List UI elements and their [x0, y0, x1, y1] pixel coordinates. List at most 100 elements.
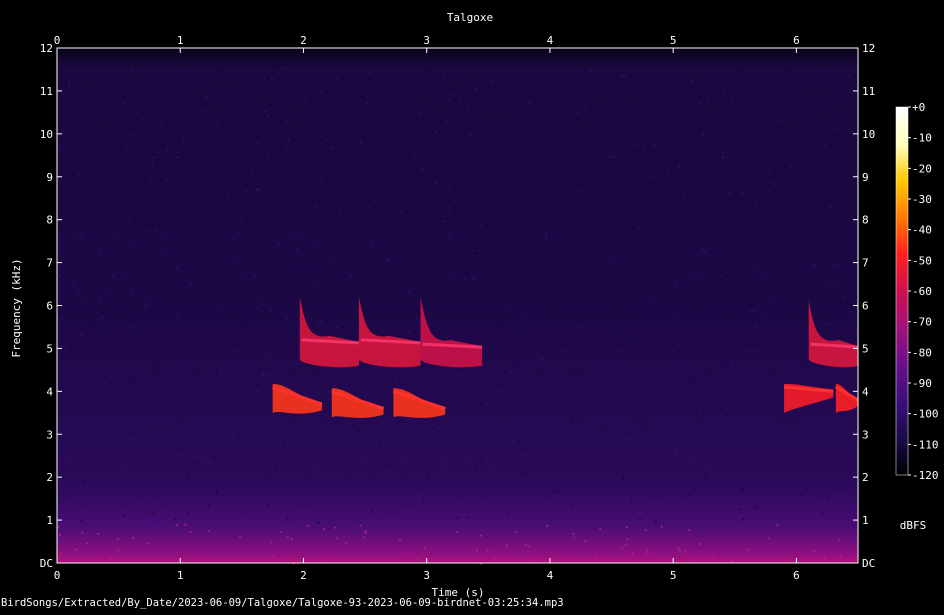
noise-speckle [704, 476, 707, 479]
noise-speckle [623, 408, 626, 411]
noise-speckle [448, 99, 451, 102]
noise-speckle [652, 175, 654, 178]
noise-speckle [264, 352, 267, 355]
noise-speckle [100, 304, 103, 307]
noise-speckle [743, 318, 746, 320]
noise-speckle [622, 475, 625, 478]
noise-speckle [794, 151, 797, 153]
noise-speckle [277, 416, 280, 419]
noise-speckle [408, 290, 411, 293]
noise-speckle [790, 318, 793, 321]
noise-speckle [321, 144, 324, 146]
noise-speckle [468, 154, 471, 157]
noise-speckle [720, 362, 723, 365]
noise-speckle [453, 125, 456, 128]
noise-speckle [356, 320, 359, 323]
noise-speckle [716, 109, 719, 111]
noise-speckle [216, 371, 219, 374]
noise-speckle [684, 193, 686, 196]
noise-speckle [289, 233, 292, 236]
noise-speckle [572, 532, 575, 535]
noise-speckle [109, 557, 112, 560]
noise-speckle [677, 547, 680, 550]
noise-speckle [678, 549, 681, 552]
noise-speckle [117, 537, 119, 540]
noise-speckle [93, 323, 96, 326]
noise-speckle [221, 71, 224, 74]
noise-speckle [148, 300, 151, 303]
noise-speckle [502, 348, 505, 351]
noise-speckle [480, 461, 483, 464]
noise-speckle [74, 506, 77, 509]
noise-speckle [260, 302, 263, 305]
noise-speckle [502, 197, 505, 200]
noise-speckle [309, 478, 311, 481]
noise-speckle [694, 275, 697, 278]
noise-speckle [187, 475, 190, 478]
noise-speckle [221, 507, 224, 510]
noise-speckle [57, 158, 60, 161]
y-tick-label-right: 7 [862, 257, 869, 270]
y-tick-label-right: DC [862, 557, 875, 570]
noise-speckle [721, 389, 724, 392]
noise-speckle [134, 173, 137, 176]
x-tick-label-bottom: 3 [423, 569, 430, 582]
y-tick-label-left: 12 [40, 42, 53, 55]
noise-speckle [757, 270, 760, 273]
noise-speckle [555, 190, 558, 193]
noise-speckle [640, 119, 643, 122]
noise-speckle [672, 396, 674, 399]
noise-speckle [545, 233, 547, 236]
noise-speckle [661, 412, 664, 415]
noise-speckle [472, 277, 475, 280]
noise-speckle [236, 445, 239, 448]
noise-speckle [337, 165, 340, 167]
noise-speckle [353, 430, 355, 433]
noise-speckle [186, 512, 189, 515]
noise-speckle [460, 459, 463, 462]
noise-speckle [496, 324, 499, 327]
noise-speckle [845, 299, 848, 302]
noise-speckle [585, 498, 588, 501]
noise-speckle [241, 214, 244, 217]
noise-speckle [177, 94, 180, 97]
noise-speckle [460, 373, 462, 376]
noise-speckle [678, 165, 680, 168]
noise-speckle [220, 375, 223, 377]
noise-speckle [117, 238, 120, 241]
noise-speckle [576, 354, 579, 357]
noise-speckle [130, 289, 133, 292]
noise-speckle [673, 428, 676, 431]
noise-speckle [315, 373, 318, 375]
noise-speckle [580, 415, 583, 418]
noise-speckle [360, 141, 362, 144]
noise-speckle [93, 184, 96, 187]
noise-speckle [330, 260, 333, 263]
noise-speckle [769, 298, 772, 301]
noise-speckle [235, 344, 238, 347]
noise-speckle [565, 161, 568, 164]
noise-speckle [81, 502, 84, 505]
noise-speckle [201, 505, 204, 508]
noise-speckle [350, 478, 353, 481]
noise-speckle [525, 544, 528, 546]
noise-speckle [658, 455, 661, 458]
noise-speckle [547, 104, 550, 107]
noise-speckle [414, 183, 416, 186]
noise-speckle [72, 236, 75, 239]
noise-speckle [729, 181, 732, 184]
noise-speckle [424, 69, 427, 72]
noise-speckle [729, 212, 732, 215]
noise-speckle [125, 148, 128, 151]
noise-speckle [268, 160, 271, 163]
noise-speckle [458, 494, 461, 497]
noise-speckle [727, 425, 730, 428]
noise-speckle [366, 102, 369, 104]
noise-speckle [254, 170, 257, 172]
noise-speckle [809, 469, 812, 472]
noise-speckle [671, 361, 674, 364]
noise-speckle [844, 146, 847, 149]
noise-speckle [239, 243, 242, 246]
noise-speckle [313, 465, 316, 468]
noise-speckle [492, 468, 494, 471]
